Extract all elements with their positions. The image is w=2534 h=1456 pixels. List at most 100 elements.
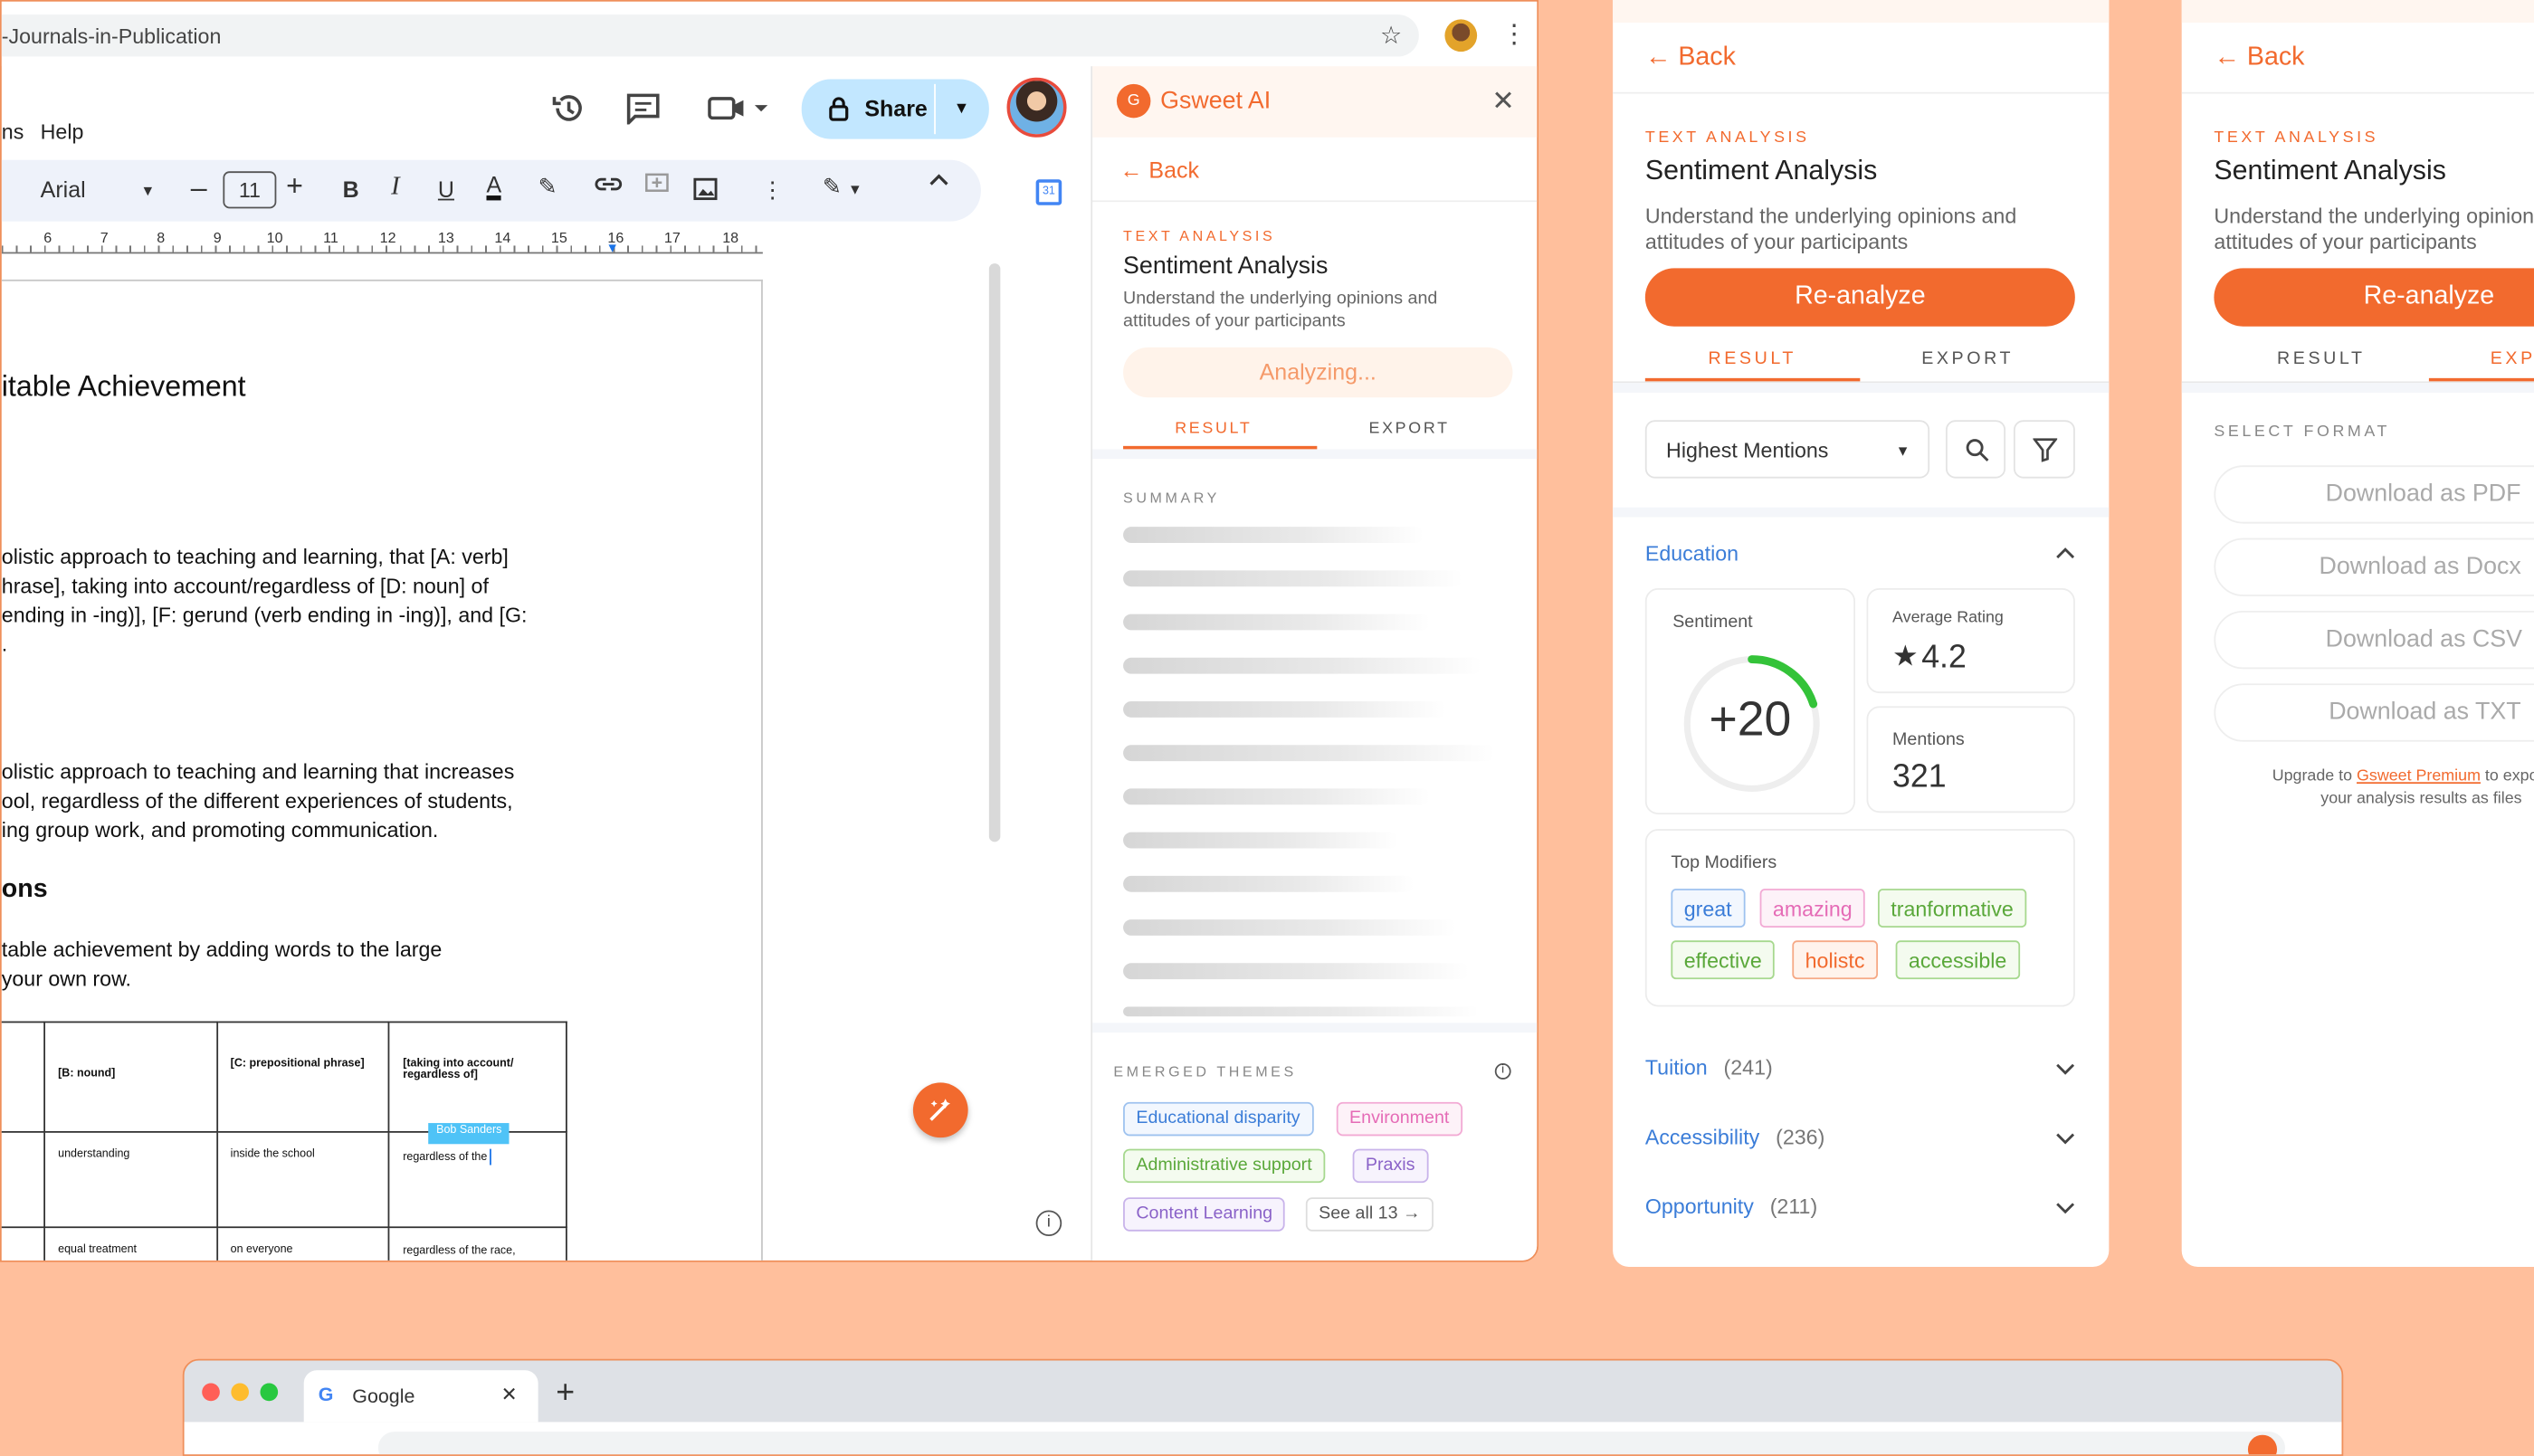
close-window-dot[interactable] [202,1383,220,1402]
text-color-icon[interactable]: A [486,173,502,201]
browser-tab[interactable]: G Google ✕ [303,1370,538,1423]
browser-menu-icon[interactable]: ⋮ [1501,18,1528,51]
table-cell[interactable]: regardless of the race, gender, and soci… [388,1226,567,1261]
address-bar[interactable] [377,1432,2285,1455]
insert-image-icon[interactable] [693,177,718,201]
theme-tag[interactable]: Administrative support [1123,1148,1325,1184]
tab-result[interactable]: RESULT [1175,420,1252,438]
modifier-chip[interactable]: tranformative [1877,889,2027,928]
document-page[interactable]: itable Achievement olistic approach to t… [1,279,763,1261]
download-txt-button[interactable]: Download as TXT [2214,683,2534,742]
category-education[interactable]: Education [1645,541,1739,566]
category-tuition[interactable]: Tuition (241) [1645,1055,1773,1080]
theme-tag[interactable]: Educational disparity [1123,1101,1313,1137]
profile-avatar[interactable] [1444,19,1478,52]
insert-link-icon[interactable] [595,175,623,194]
category-opportunity[interactable]: Opportunity (211) [1645,1194,1817,1219]
theme-tag[interactable]: Content Learning [1123,1197,1286,1232]
chevron-down-icon[interactable] [2055,1203,2075,1215]
close-icon[interactable]: ✕ [1491,86,1514,119]
italic-icon[interactable]: I [391,173,400,202]
doc-scrollbar[interactable] [988,263,1001,842]
close-tab-icon[interactable]: ✕ [501,1384,518,1406]
table-header-cell[interactable]: [B: nound] [43,1021,218,1133]
download-pdf-button[interactable]: Download as PDF [2214,465,2534,524]
skeleton-line [1123,875,1415,892]
download-docx-button[interactable]: Download as Docx [2214,538,2534,596]
chevron-up-icon[interactable] [2055,547,2075,559]
modifier-chip[interactable]: effective [1671,940,1776,980]
version-history-icon[interactable] [551,90,586,126]
tab-export[interactable]: EXPORT [1921,349,2014,368]
filter-button[interactable] [2013,420,2075,479]
back-link[interactable]: ← Back [1645,43,1736,72]
more-options-icon[interactable]: ⋮ [761,176,784,204]
calendar-icon[interactable]: 31 [1035,179,1062,205]
font-dropdown-icon[interactable]: ▼ [140,183,155,199]
add-comment-icon[interactable] [644,173,669,197]
font-size-increase-icon[interactable]: + [286,169,303,203]
back-link[interactable]: ← Back [1119,157,1199,183]
tab-export[interactable]: EXPORT [1368,420,1449,438]
tab-result[interactable]: RESULT [1708,349,1796,368]
maximize-window-dot[interactable] [260,1383,279,1402]
font-size-decrease-icon[interactable]: – [191,171,207,205]
bookmark-star-icon[interactable]: ☆ [1380,21,1402,50]
tab-export[interactable]: EXPORT [2491,349,2534,368]
search-button[interactable] [1945,420,2006,479]
address-bar[interactable]: -Journals-in-Publication [1,14,1419,57]
category-accessibility[interactable]: Accessibility (236) [1645,1125,1824,1149]
highlight-icon[interactable]: ✎ [538,173,557,200]
share-dropdown-icon[interactable]: ▼ [954,100,970,119]
font-family-select[interactable]: Arial [41,176,86,203]
gsweet-premium-link[interactable]: Gsweet Premium [2357,767,2481,785]
back-link[interactable]: ← Back [2214,43,2304,72]
modifier-chip[interactable]: amazing [1759,889,1865,928]
table-cell[interactable]: regardless of the [388,1130,567,1229]
editing-mode-icon[interactable]: ✎ ▼ [823,173,862,200]
menu-tools-fragment[interactable]: ns [2,119,24,144]
minimize-window-dot[interactable] [231,1383,249,1402]
chevron-down-icon[interactable] [2055,1063,2075,1076]
table-cell[interactable] [1,1021,45,1133]
user-avatar[interactable] [1006,77,1067,138]
new-tab-icon[interactable]: + [556,1375,575,1413]
theme-tag[interactable]: Praxis [1352,1148,1428,1184]
reanalyze-button[interactable]: Re-analyze [2214,268,2534,327]
table-cell[interactable] [1,1130,45,1229]
reanalyze-button[interactable]: Re-analyze [1644,268,2075,327]
comments-icon[interactable] [625,92,661,125]
category-label: Accessibility [1644,1124,1760,1149]
modifier-chip[interactable]: great [1671,889,1745,928]
info-icon[interactable]: i [1035,1210,1062,1237]
table-header-cell[interactable]: [C: prepositional phrase] [215,1021,390,1133]
see-all-themes-button[interactable]: See all 13 → [1305,1197,1434,1232]
table-cell[interactable]: inside the school [215,1130,390,1229]
sort-select[interactable]: Highest Mentions ▼ [1644,420,1930,479]
table-cell[interactable] [1,1226,45,1261]
chevron-down-icon[interactable] [2055,1133,2075,1146]
modifier-chip[interactable]: accessible [1895,940,2020,980]
meet-camera-icon[interactable] [708,95,772,121]
table-cell[interactable]: equal treatment [43,1226,218,1261]
share-button[interactable]: Share ▼ [801,79,989,139]
collapse-toolbar-icon[interactable] [929,173,948,186]
skeleton-line [1123,963,1470,980]
tab-result[interactable]: RESULT [2277,349,2365,368]
table-cell[interactable]: understanding [43,1130,218,1229]
font-size-field[interactable]: 11 [223,171,277,209]
section-description: Understand the underlying opinions and a… [2214,203,2534,254]
gsweet-launch-button[interactable] [912,1082,968,1138]
ruler-indent-marker[interactable]: ▼ [606,241,619,255]
analyzing-button[interactable]: Analyzing... [1123,347,1513,398]
theme-tag[interactable]: Environment [1336,1101,1462,1137]
table-cell[interactable]: on everyone [215,1226,390,1261]
download-csv-button[interactable]: Download as CSV [2214,610,2534,670]
table-header-cell[interactable]: [taking into account/ regardless of] [388,1021,567,1133]
ruler-label: 18 [722,229,739,246]
info-icon[interactable]: i [1494,1062,1511,1080]
menu-help[interactable]: Help [41,119,84,144]
bold-icon[interactable]: B [343,176,359,203]
modifier-chip[interactable]: holistc [1792,940,1878,980]
underline-icon[interactable]: U [438,176,454,203]
